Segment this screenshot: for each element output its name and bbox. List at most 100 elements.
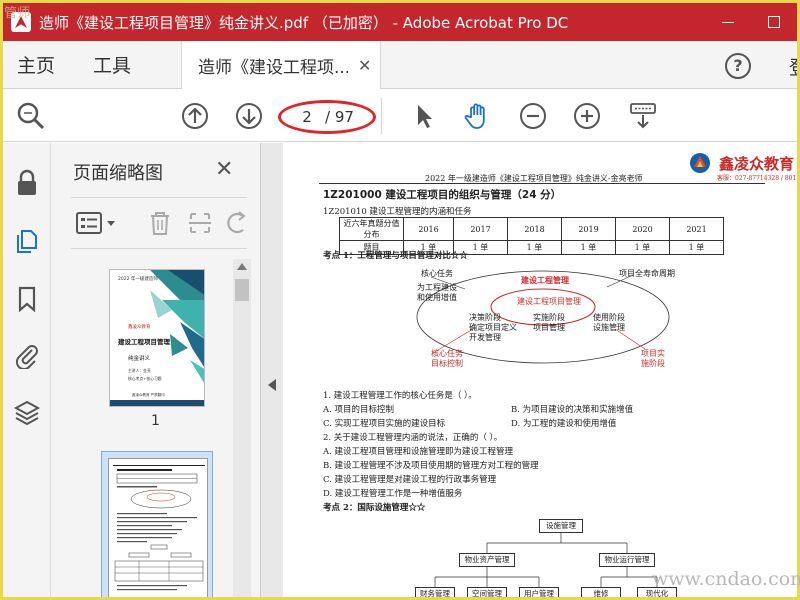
cover-brand-text: 鑫凌众教育 xyxy=(128,323,151,330)
site-watermark: www.cndao.com xyxy=(652,568,800,590)
subsection-title: 1Z201010 建设工程管理的内涵和任务 xyxy=(323,207,472,217)
left-icon-rail xyxy=(3,143,51,597)
diagram-whole-life: 为工程建设 和使用增值 xyxy=(417,283,457,302)
help-icon[interactable]: ? xyxy=(725,53,751,79)
page-thumbnail-2 xyxy=(108,458,208,597)
table-cell: 2020 xyxy=(615,217,670,241)
previous-page-button[interactable] xyxy=(179,100,211,132)
scroll-up-icon[interactable] xyxy=(237,263,247,270)
keyboard-down-icon xyxy=(630,103,656,129)
diagram-implementation: 实施阶段 项目管理 xyxy=(533,313,565,332)
find-button[interactable] xyxy=(15,100,47,132)
question-1-option: A. 项目的目标控制 xyxy=(323,405,395,415)
management-diagram: 核心任务 为工程建设 和使用增值 项目全寿命周期 建设工程管理 建设工程项目管理… xyxy=(393,267,683,373)
close-tab-icon[interactable]: ✕ xyxy=(358,56,371,75)
next-page-button[interactable] xyxy=(233,100,265,132)
table-cell: 2017 xyxy=(453,217,508,241)
question-1-option: C. 实现工程项目实施的建设目标 xyxy=(323,419,446,429)
panel-title: 页面缩略图 xyxy=(73,163,163,184)
maximize-button[interactable] xyxy=(751,3,797,41)
page-2-graphic xyxy=(113,465,205,591)
page-thumbnail-1[interactable]: 2022 年一级建造师 鑫凌众教育 建设工程项目管理 纯金讲义 主讲人：金亮 核… xyxy=(109,269,205,407)
org-leaf: 空间管理 xyxy=(467,587,507,597)
tools-tab[interactable]: 工具 xyxy=(93,51,131,78)
table-cell: 1 单 xyxy=(669,240,724,255)
diagram-use: 使用阶段 设施管理 xyxy=(593,313,625,332)
extract-page-icon[interactable] xyxy=(187,210,213,236)
org-left: 物业资产管理 xyxy=(459,553,515,567)
panel-collapse-strip[interactable] xyxy=(261,143,283,597)
zoom-out-button[interactable] xyxy=(517,100,549,132)
section-title: 1Z201000 建设工程项目的组织与管理（24 分） xyxy=(323,189,562,201)
table-cell: 1 单 xyxy=(507,240,562,255)
trash-icon[interactable] xyxy=(147,210,173,236)
question-1-option: B. 为项目建设的决策和实施增值 xyxy=(511,405,634,415)
question-1: 1. 建设工程管理工作的核心任务是（ ）。 xyxy=(323,391,477,401)
cover-line2-text: 核心考点+核心习题 xyxy=(128,376,162,381)
bookmarks-button[interactable] xyxy=(13,285,41,313)
close-panel-icon[interactable]: ✕ xyxy=(215,157,233,182)
org-leaf: 用户管理 xyxy=(519,587,559,597)
collapse-left-icon[interactable] xyxy=(268,379,276,391)
question-2-option: D. 建设工程管理工作是一种增值服务 xyxy=(323,489,463,499)
document-tab[interactable]: 造师《建设工程项... ✕ xyxy=(181,41,381,89)
scrollbar-thumb[interactable] xyxy=(235,279,249,301)
question-2-option: B. 建设工程管理不涉及项目使用期的管理方对工程的管理 xyxy=(323,461,539,471)
document-tab-label: 造师《建设工程项... xyxy=(198,57,348,78)
paperclip-icon xyxy=(15,345,38,371)
document-view[interactable]: 2022 年一级建造师《建设工程项目管理》纯金讲义-金亮老师 鑫凌众教育 客服：… xyxy=(283,143,797,597)
search-icon xyxy=(17,102,45,130)
diagram-core-task: 核心任务 xyxy=(421,269,453,278)
header-rule xyxy=(319,183,765,184)
window-controls xyxy=(705,3,797,41)
table-cell: 1 单 xyxy=(561,240,616,255)
rotate-icon[interactable] xyxy=(227,210,247,236)
brand-logo-icon xyxy=(690,153,710,173)
highlight-annotation xyxy=(278,100,376,134)
table-cell: 2019 xyxy=(561,217,616,241)
org-leaf: 财务管理 xyxy=(415,587,455,597)
home-tab[interactable]: 主页 xyxy=(17,51,55,78)
table-cell: 2018 xyxy=(507,217,562,241)
org-root: 设施管理 xyxy=(539,519,583,533)
keyboard-scroll-button[interactable] xyxy=(627,100,659,132)
table-cell: 1 单 xyxy=(615,240,670,255)
attachments-button[interactable] xyxy=(13,341,41,371)
zoom-in-button[interactable] xyxy=(571,100,603,132)
pages-icon xyxy=(17,230,37,253)
title-bar: 造师《建设工程项目管理》纯金讲义.pdf （已加密） - Adobe Acrob… xyxy=(3,3,797,41)
hand-tool-button[interactable] xyxy=(461,100,493,132)
layers-icon xyxy=(13,400,41,426)
table-cell: 2021 xyxy=(669,217,724,241)
thumbnails-panel: 页面缩略图 ✕ 2022 年一级建造师 鑫凌众教育 建设工程项目管理 纯金讲义 … xyxy=(51,143,261,597)
org-right: 物业运行管理 xyxy=(599,553,655,567)
plus-circle-icon xyxy=(574,103,600,129)
cover-subtitle-text: 纯金讲义 xyxy=(128,354,151,362)
diagram-decision: 决策阶段 确定项目定义 开发管理 xyxy=(469,313,517,342)
app-window: 造师《建设工程项目管理》纯金讲义.pdf （已加密） - Adobe Acrob… xyxy=(3,3,797,597)
layers-button[interactable] xyxy=(13,399,41,427)
question-1-option: D. 为工程的建设和使用增值 xyxy=(511,419,617,429)
point-2-heading: 考点 2：国际设施管理☆☆ xyxy=(323,503,426,513)
cover-line1-text: 主讲人：金亮 xyxy=(128,368,151,373)
arrow-down-circle-icon xyxy=(236,103,262,129)
diagram-project-life: 项目全寿命周期 xyxy=(619,269,675,278)
org-leaf: 维修 xyxy=(581,587,621,597)
page-thumbnails-button[interactable] xyxy=(13,227,41,255)
cover-footer-text: 鑫凌众教育 严禁翻印 xyxy=(132,392,165,397)
hand-icon xyxy=(464,103,485,129)
select-tool-button[interactable] xyxy=(407,100,439,132)
question-2: 2. 关于建设工程管理内涵的说法，正确的（ ）。 xyxy=(323,433,503,443)
minimize-button[interactable] xyxy=(705,3,751,41)
table-cell: 近六年真题分值分布 xyxy=(339,217,404,241)
minimize-icon xyxy=(722,21,734,23)
bookmark-icon xyxy=(18,286,36,313)
security-button[interactable] xyxy=(13,169,41,197)
arrow-up-circle-icon xyxy=(182,103,208,129)
thumbnail-scrollbar[interactable] xyxy=(233,259,251,597)
sign-in-link[interactable]: 登 xyxy=(789,53,797,80)
page-thumbnail-2-selected[interactable] xyxy=(101,451,213,597)
window-title: 造师《建设工程项目管理》纯金讲义.pdf （已加密） - Adobe Acrob… xyxy=(39,13,569,32)
options-menu-icon[interactable] xyxy=(75,210,119,236)
toolbar-divider xyxy=(381,98,382,134)
